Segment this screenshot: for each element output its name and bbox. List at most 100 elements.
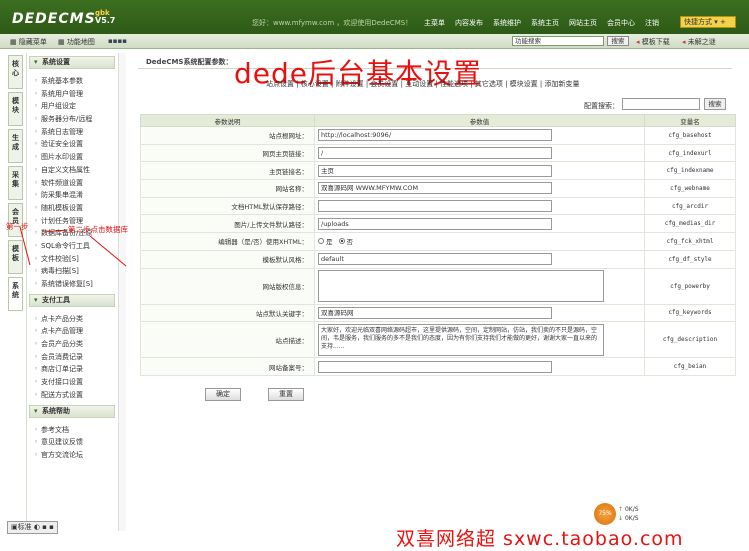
config-label: 图片/上传文件默认路径：	[140, 214, 315, 234]
menu-item[interactable]: 随机模板设置	[27, 202, 117, 215]
status-icon: ▣	[11, 523, 18, 531]
menu-item[interactable]: 点卡产品管理	[27, 325, 117, 338]
top-nav: 主菜单 内容发布 系统维护 系统主页 网站主页 会员中心 注销	[424, 18, 659, 28]
menu-item[interactable]: 参考文档	[27, 424, 117, 437]
sidetab-core[interactable]: 核心	[8, 55, 23, 89]
menu-item[interactable]: 意见建议反馈	[27, 436, 117, 449]
config-textarea[interactable]	[318, 270, 604, 302]
menu-scrollbar[interactable]	[118, 53, 126, 531]
reset-button[interactable]: 重置	[268, 388, 304, 401]
nav-member-center[interactable]: 会员中心	[607, 18, 635, 28]
config-label: 编辑器（是/否）使用XHTML：	[140, 232, 315, 251]
radio-icon	[318, 238, 324, 245]
config-value-cell	[314, 267, 645, 305]
menu-item[interactable]: 配送方式设置	[27, 389, 117, 402]
config-label: 主页链接名：	[140, 161, 315, 181]
config-value-cell: http://localhost:9096/	[314, 126, 645, 145]
config-input[interactable]: default	[318, 253, 552, 266]
sidetab-system[interactable]: 系统	[8, 277, 23, 311]
menu-section-payment-tools[interactable]: 支付工具	[29, 293, 115, 307]
radio-yes[interactable]: 是	[318, 236, 333, 246]
menu-item[interactable]: 会员产品分类	[27, 338, 117, 351]
annotation-step2: 第二步点击数据库	[68, 225, 128, 234]
config-input[interactable]	[318, 200, 552, 213]
config-value-cell: 双喜源码网 WWW.MFYMW.COM	[314, 179, 645, 198]
config-label: 模板默认风格：	[140, 249, 315, 269]
hide-menu-link[interactable]: ▦ 隐藏菜单	[10, 37, 47, 47]
config-textarea[interactable]: 大家好，欢迎光临双喜网络源码超市，这里提供源码，空间，定制网站，仿站，我们卖的不…	[318, 323, 604, 356]
nav-system-maintain[interactable]: 系统维护	[493, 18, 521, 28]
function-search-button[interactable]: 搜索	[607, 36, 629, 46]
menu-item[interactable]: 系统日志管理	[27, 126, 117, 139]
sidetab-template[interactable]: 模板	[8, 240, 23, 274]
func-map-link[interactable]: ▦ 功能地图	[58, 37, 95, 47]
template-download-link[interactable]: ◂ 模板下载	[636, 37, 670, 47]
welcome-text: 您好：www.mfymw.com ，欢迎使用DedeCMS！	[252, 19, 413, 27]
menu-item[interactable]: 官方交流论坛	[27, 449, 117, 462]
config-value-cell: 是否	[314, 232, 645, 251]
menu-section-system-settings[interactable]: 系统设置	[29, 56, 115, 69]
config-label: 站点描述：	[140, 321, 315, 359]
menu-item[interactable]: 系统基本参数	[27, 75, 117, 88]
menu-item[interactable]: 软件频道设置	[27, 177, 117, 190]
nav-site-home[interactable]: 网站主页	[569, 18, 597, 28]
quick-links-button[interactable]: 快捷方式 ▾ +	[680, 16, 736, 28]
menu-item[interactable]: SQL命令行工具	[27, 240, 117, 253]
menu-item[interactable]: 点卡产品分类	[27, 313, 117, 326]
function-search-input[interactable]: 功能搜索	[512, 36, 604, 46]
config-label: 网页主页链接：	[140, 143, 315, 163]
config-value-cell	[314, 357, 645, 376]
menu-item[interactable]: 用户组设定	[27, 100, 117, 113]
config-row: 图片/上传文件默认路径：/uploads cfg_medias_dir	[140, 214, 736, 234]
config-input[interactable]: /	[318, 147, 552, 160]
menu-item[interactable]: 会员消费记录	[27, 351, 117, 364]
menu-item[interactable]: 文件校验[S]	[27, 253, 117, 266]
config-search-button[interactable]: 搜索	[704, 98, 726, 110]
config-input[interactable]: /uploads	[318, 217, 552, 230]
config-input[interactable]: http://localhost:9096/	[318, 129, 552, 142]
ok-button[interactable]: 确定	[205, 388, 241, 401]
menu-item[interactable]: 防采集串混淆	[27, 189, 117, 202]
sidetab-generate[interactable]: 生成	[8, 129, 23, 163]
sidetab-collect[interactable]: 采集	[8, 166, 23, 200]
config-value-cell: /	[314, 143, 645, 163]
upload-rate: ↑ 0K/S	[618, 506, 639, 513]
radio-no[interactable]: 否	[338, 236, 353, 246]
config-row: 站点根网址： http://localhost:9096/cfg_basehost	[140, 126, 736, 145]
menu-item[interactable]: 验证安全设置	[27, 138, 117, 151]
config-var-name: cfg_fck_xhtml	[644, 232, 736, 251]
sub-toolbar: ▦ 隐藏菜单 ▦ 功能地图 ▪▪▪▪ 功能搜索 搜索 ◂ 模板下载 ◂ 未解之谜	[0, 34, 749, 49]
radio-selected-icon	[338, 238, 345, 245]
config-row: 主页链接名： 主页 cfg_indexname	[140, 161, 736, 181]
menu-item[interactable]: 自定义文档属性	[27, 164, 117, 177]
config-table: 参数说明 参数值 变量名 站点根网址： http://localhost:9096…	[140, 114, 736, 376]
layout-icons[interactable]: ▪▪▪▪	[108, 37, 127, 45]
status-indicator[interactable]: ▣标准 ◐ ▪ ▪	[7, 521, 58, 534]
nav-system-home[interactable]: 系统主页	[531, 18, 559, 28]
menu-item[interactable]: 病毒扫描[S]	[27, 265, 117, 278]
config-search-input[interactable]	[622, 98, 700, 110]
menu-item[interactable]: 商店订单记录	[27, 363, 117, 376]
config-tabs[interactable]: 站点设置 | 核心设置 | 附件设置 | 会员设置 | 互动设置 | 性能选项 …	[266, 79, 579, 89]
unsolved-link[interactable]: ◂ 未解之谜	[682, 37, 716, 47]
config-input[interactable]: 主页	[318, 164, 552, 177]
nav-main-menu[interactable]: 主菜单	[424, 18, 445, 28]
nav-logout[interactable]: 注销	[645, 18, 659, 28]
config-label: 网站版权信息：	[140, 267, 315, 305]
config-input[interactable]: 双喜源码网	[318, 306, 552, 319]
menu-item[interactable]: 系统错误修复[S]	[27, 278, 117, 291]
config-var-name: cfg_indexname	[644, 161, 736, 181]
config-input[interactable]	[318, 360, 552, 373]
config-var-name: cfg_df_style	[644, 249, 736, 269]
menu-item[interactable]: 支付接口设置	[27, 376, 117, 389]
config-input[interactable]: 双喜源码网 WWW.MFYMW.COM	[318, 182, 552, 195]
config-value-cell	[314, 196, 645, 216]
sidetab-module[interactable]: 模块	[8, 92, 23, 126]
menu-item[interactable]: 系统用户管理	[27, 88, 117, 101]
config-value-cell: 双喜源码网	[314, 303, 645, 323]
menu-item[interactable]: 图片水印设置	[27, 151, 117, 164]
nav-content-publish[interactable]: 内容发布	[455, 18, 483, 28]
left-menu: 系统设置 系统基本参数系统用户管理用户组设定服务器分布/远程系统日志管理验证安全…	[26, 53, 117, 531]
menu-section-system-help[interactable]: 系统帮助	[29, 404, 115, 418]
menu-item[interactable]: 服务器分布/远程	[27, 113, 117, 126]
